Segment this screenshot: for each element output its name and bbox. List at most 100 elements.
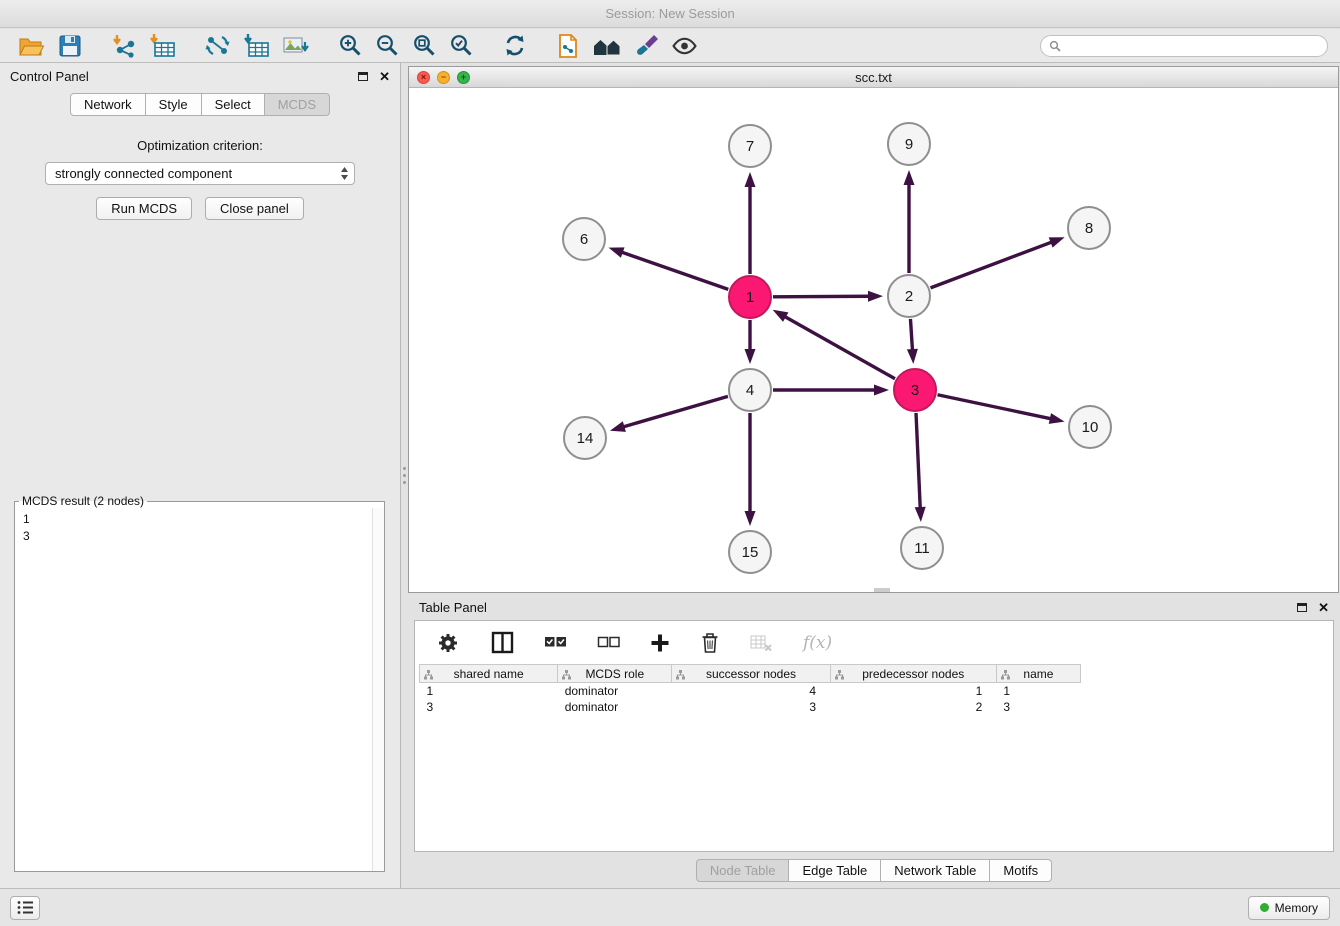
graph-node-8[interactable]: 8 bbox=[1068, 207, 1110, 249]
graph-node-9[interactable]: 9 bbox=[888, 123, 930, 165]
graph-node-2[interactable]: 2 bbox=[888, 275, 930, 317]
import-network-button[interactable] bbox=[107, 30, 140, 62]
table-cell[interactable]: 4 bbox=[672, 683, 830, 699]
task-history-button[interactable] bbox=[10, 896, 40, 920]
graph-node-6[interactable]: 6 bbox=[563, 218, 605, 260]
graph-node-14[interactable]: 14 bbox=[564, 417, 606, 459]
result-scrollbar[interactable] bbox=[372, 508, 384, 871]
graph-edge-3-1[interactable] bbox=[773, 310, 895, 379]
table-settings-button[interactable] bbox=[432, 627, 464, 659]
graph-node-3[interactable]: 3 bbox=[894, 369, 936, 411]
graph-node-15[interactable]: 15 bbox=[729, 531, 771, 573]
zoom-fit-button[interactable] bbox=[409, 30, 440, 62]
run-mcds-button[interactable]: Run MCDS bbox=[96, 197, 192, 220]
graph-edge-4-15[interactable] bbox=[745, 413, 756, 526]
table-cell[interactable]: 1 bbox=[830, 683, 996, 699]
export-table-button[interactable] bbox=[240, 30, 273, 62]
panel-splitter[interactable] bbox=[401, 63, 408, 888]
minimize-window-button[interactable]: − bbox=[437, 71, 450, 84]
tab-style[interactable]: Style bbox=[146, 93, 202, 116]
graph-node-1[interactable]: 1 bbox=[729, 276, 771, 318]
first-neighbors-button[interactable] bbox=[589, 30, 625, 62]
network-window-titlebar[interactable]: × − + scc.txt bbox=[409, 67, 1338, 88]
zoom-selected-button[interactable] bbox=[446, 30, 477, 62]
search-box[interactable] bbox=[1040, 35, 1328, 57]
column-header-successor-nodes[interactable]: successor nodes bbox=[672, 665, 830, 683]
select-all-columns-button[interactable] bbox=[541, 627, 570, 659]
memory-status-dot bbox=[1260, 903, 1269, 912]
show-columns-button[interactable] bbox=[488, 627, 517, 659]
table-row[interactable]: 1dominator411 bbox=[420, 683, 1081, 699]
table-cell[interactable]: dominator bbox=[558, 683, 672, 699]
close-control-panel-icon[interactable]: ✕ bbox=[379, 69, 390, 85]
close-panel-button[interactable]: Close panel bbox=[205, 197, 304, 220]
save-session-button[interactable] bbox=[54, 30, 85, 62]
delete-column-button[interactable] bbox=[697, 627, 723, 659]
close-window-button[interactable]: × bbox=[417, 71, 430, 84]
table-cell[interactable]: 3 bbox=[672, 699, 830, 715]
graph-node-7[interactable]: 7 bbox=[729, 125, 771, 167]
graph-edge-4-14[interactable] bbox=[610, 396, 728, 431]
graph-edge-2-3[interactable] bbox=[907, 319, 918, 364]
tab-select[interactable]: Select bbox=[202, 93, 265, 116]
table-cell[interactable]: 3 bbox=[420, 699, 558, 715]
float-table-panel-icon[interactable] bbox=[1297, 603, 1307, 612]
graph-edge-1-6[interactable] bbox=[609, 247, 729, 289]
table-cell[interactable]: dominator bbox=[558, 699, 672, 715]
show-hide-button[interactable] bbox=[668, 30, 701, 62]
graph-edge-3-10[interactable] bbox=[938, 395, 1065, 424]
column-header-mcds-role[interactable]: MCDS role bbox=[558, 665, 672, 683]
tab-network-table[interactable]: Network Table bbox=[881, 859, 990, 882]
graph-edge-1-7[interactable] bbox=[745, 172, 756, 274]
float-panel-icon[interactable] bbox=[358, 72, 368, 81]
refresh-layout-button[interactable] bbox=[499, 30, 531, 62]
window-titlebar[interactable]: Session: New Session bbox=[0, 0, 1340, 28]
graph-edge-2-8[interactable] bbox=[931, 237, 1065, 288]
canvas-scroll-thumb[interactable] bbox=[874, 588, 890, 592]
column-header-predecessor-nodes[interactable]: predecessor nodes bbox=[830, 665, 996, 683]
graph-node-4[interactable]: 4 bbox=[729, 369, 771, 411]
table-cell[interactable]: 3 bbox=[996, 699, 1080, 715]
zoom-window-button[interactable]: + bbox=[457, 71, 470, 84]
tab-node-table[interactable]: Node Table bbox=[696, 859, 790, 882]
paint-style-button[interactable] bbox=[631, 30, 662, 62]
graph-edge-1-2[interactable] bbox=[773, 291, 883, 302]
memory-button[interactable]: Memory bbox=[1248, 896, 1330, 920]
delete-table-button[interactable] bbox=[747, 627, 776, 659]
column-header-shared-name[interactable]: shared name bbox=[420, 665, 558, 683]
table-cell[interactable]: 1 bbox=[996, 683, 1080, 699]
column-header-name[interactable]: name bbox=[996, 665, 1080, 683]
zoom-in-button[interactable] bbox=[335, 30, 366, 62]
graph-svg[interactable]: 7 9 6 8 1 2 4 3 14 10 15 11 bbox=[409, 88, 1338, 592]
tab-edge-table[interactable]: Edge Table bbox=[789, 859, 881, 882]
zoom-out-button[interactable] bbox=[372, 30, 403, 62]
network-canvas[interactable]: 7 9 6 8 1 2 4 3 14 10 15 11 bbox=[409, 88, 1338, 592]
open-session-button[interactable] bbox=[15, 30, 48, 62]
import-table-icon bbox=[149, 33, 176, 58]
apply-style-button[interactable] bbox=[553, 30, 583, 62]
deselect-all-columns-button[interactable] bbox=[594, 627, 623, 659]
export-image-button[interactable] bbox=[279, 30, 313, 62]
graph-node-10[interactable]: 10 bbox=[1069, 406, 1111, 448]
tab-motifs[interactable]: Motifs bbox=[990, 859, 1052, 882]
search-input[interactable] bbox=[1066, 39, 1319, 53]
table-toolbar: f(x) bbox=[415, 621, 1333, 664]
graph-edge-3-11[interactable] bbox=[915, 413, 926, 522]
graph-edge-4-3[interactable] bbox=[773, 385, 889, 396]
graph-edge-2-9[interactable] bbox=[904, 170, 915, 273]
table-cell[interactable]: 1 bbox=[420, 683, 558, 699]
graph-edge-1-4[interactable] bbox=[745, 320, 756, 364]
optimization-criterion-dropdown[interactable]: strongly connected component bbox=[45, 162, 355, 185]
close-table-panel-icon[interactable]: ✕ bbox=[1318, 600, 1329, 616]
tab-network[interactable]: Network bbox=[70, 93, 146, 116]
edge-arrowhead bbox=[915, 507, 926, 522]
table-cell[interactable]: 2 bbox=[830, 699, 996, 715]
gear-icon bbox=[435, 630, 461, 656]
tab-mcds[interactable]: MCDS bbox=[265, 93, 330, 116]
function-builder-button[interactable]: f(x) bbox=[800, 627, 835, 659]
table-row[interactable]: 3dominator323 bbox=[420, 699, 1081, 715]
import-table-button[interactable] bbox=[146, 30, 179, 62]
new-network-button[interactable] bbox=[201, 30, 234, 62]
create-column-button[interactable] bbox=[647, 627, 673, 659]
graph-node-11[interactable]: 11 bbox=[901, 527, 943, 569]
